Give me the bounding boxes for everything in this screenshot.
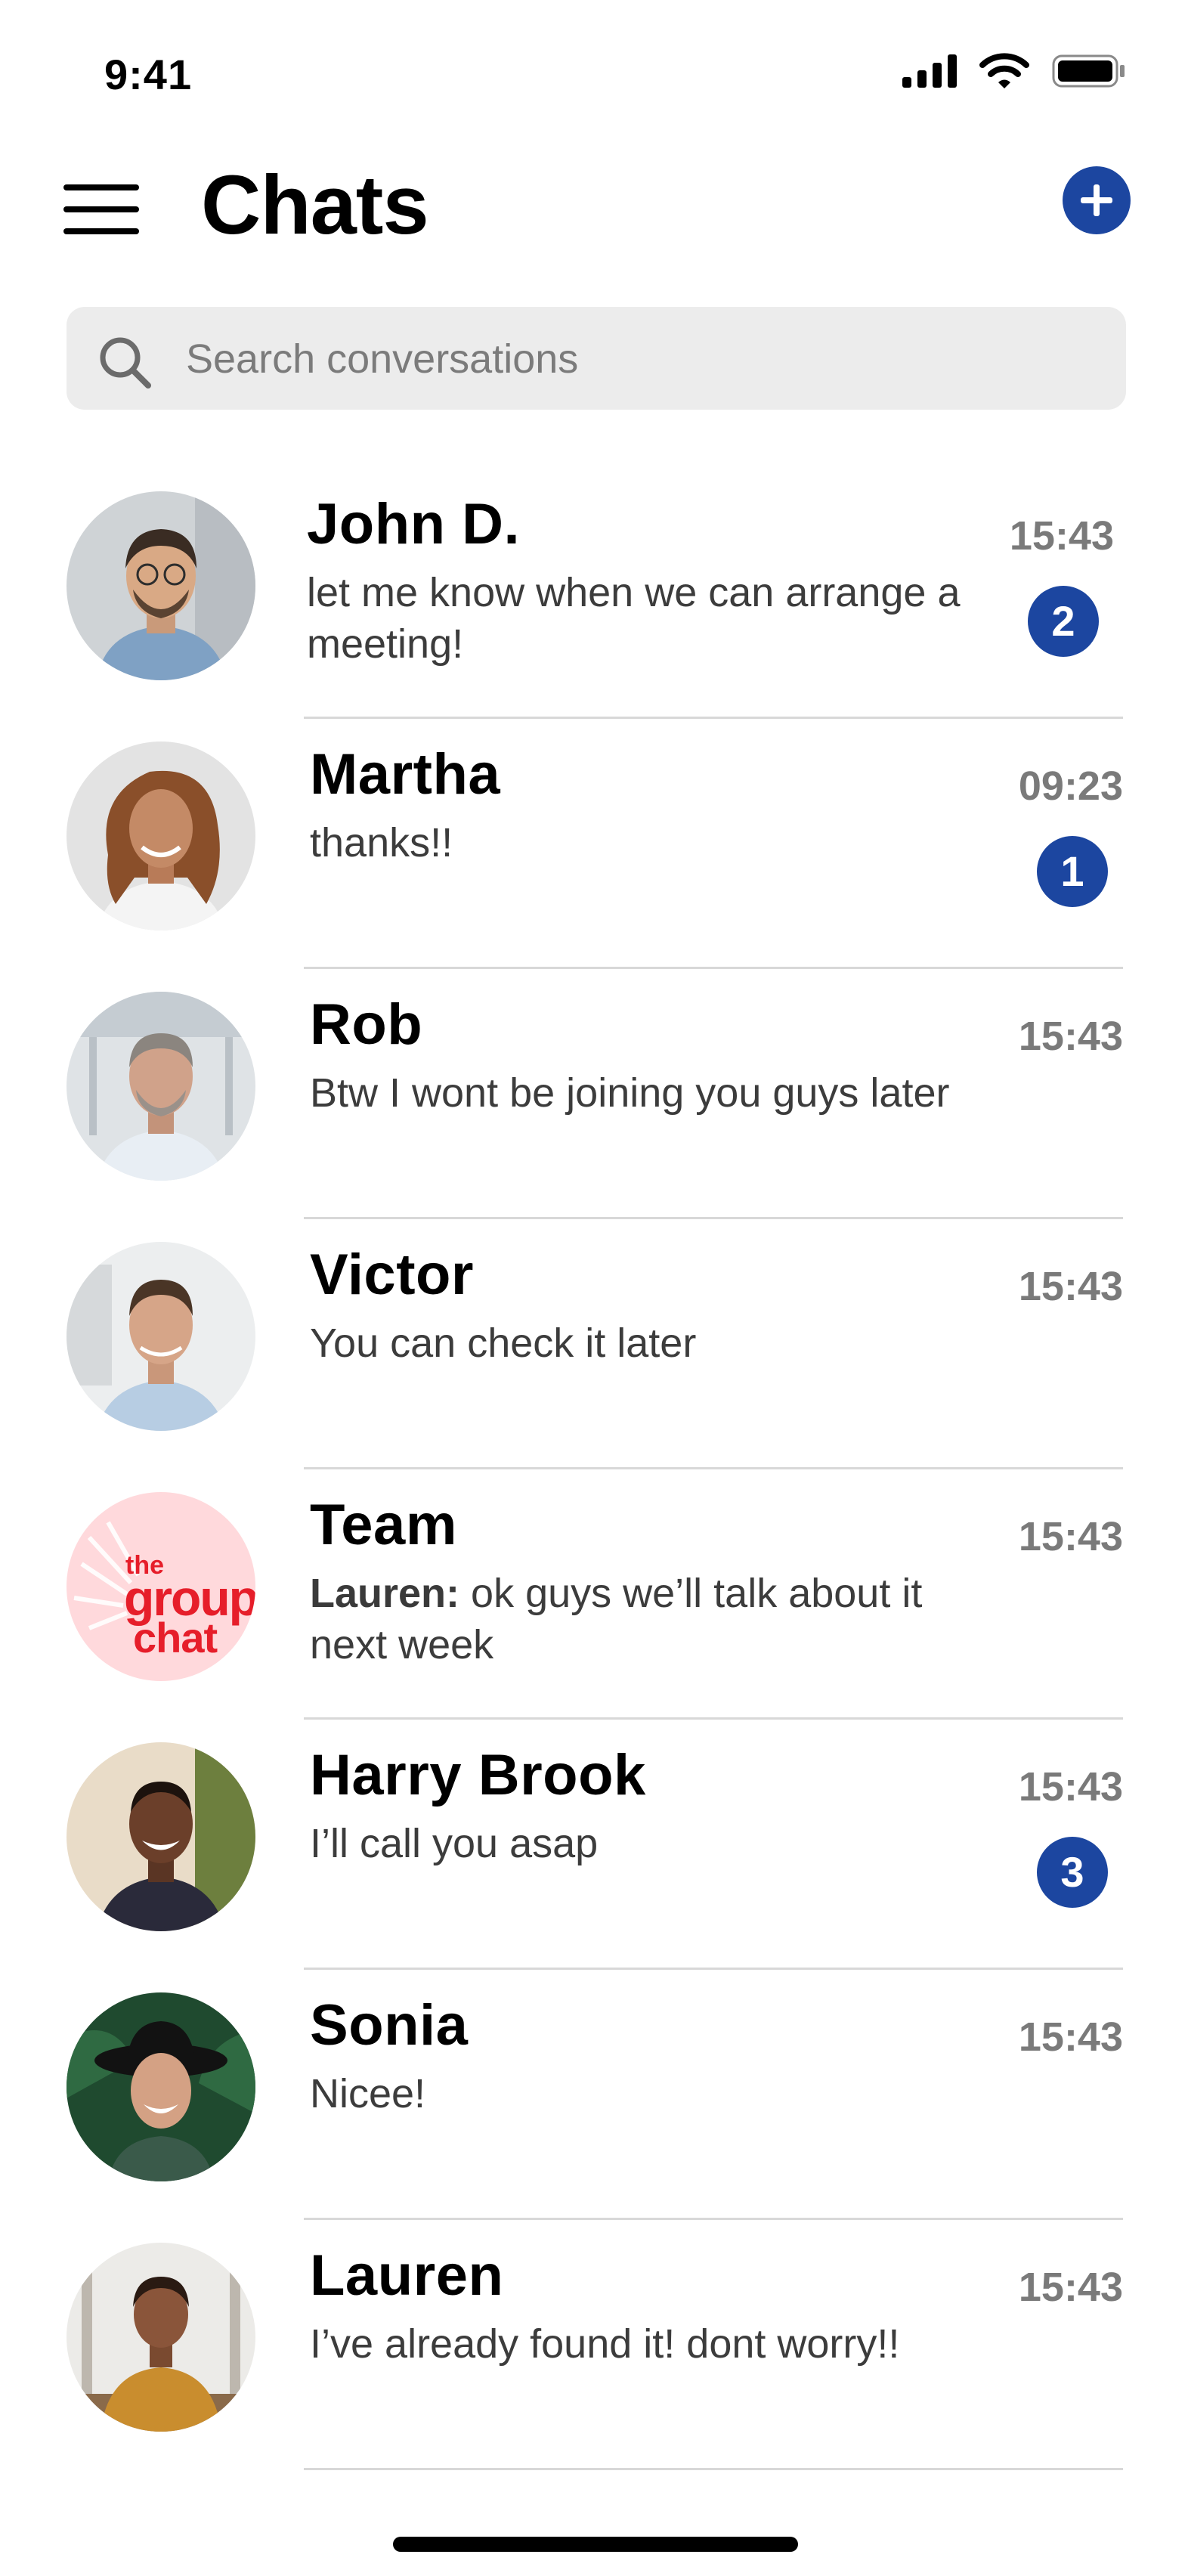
group-chat-logo: the group chat [67,1492,255,1681]
avatar [67,491,255,680]
chat-preview: I’ll call you asap [310,1821,599,1866]
chat-name: Martha [310,742,501,807]
chat-name: Harry Brook [310,1743,646,1807]
chat-preview: Nicee! [310,2071,426,2116]
avatar [67,742,255,930]
chat-row-sonia[interactable]: Sonia Nicee! 15:43 [0,1970,1188,2220]
status-bar: 9:41 [0,0,1188,136]
chat-time: 15:43 [1018,1764,1123,1810]
hamburger-icon-bottom [63,228,139,234]
chat-name: Team [310,1493,457,1557]
chat-preview: let me know when we can arrange a meetin… [307,570,961,667]
chat-name: Sonia [310,1993,469,2057]
search-bar[interactable] [67,307,1126,411]
chat-row-rob[interactable]: Rob Btw I wont be joining you guys later… [0,969,1188,1219]
chat-row-lauren[interactable]: Lauren I’ve already found it! dont worry… [0,2220,1188,2470]
chat-time: 15:43 [1018,1014,1123,1059]
cellular-signal-icon [902,54,957,88]
chat-name: Victor [310,1243,475,1307]
menu-button[interactable] [60,175,144,243]
chat-preview: Btw I wont be joining you guys later [310,1070,950,1116]
chat-name: Rob [310,992,423,1057]
header: Chats [0,136,1188,287]
unread-badge: 3 [1037,1837,1108,1908]
chat-time: 15:43 [1018,1514,1123,1559]
chat-row-martha[interactable]: Martha thanks!! 09:23 1 [0,719,1188,969]
new-chat-button[interactable] [1063,166,1131,234]
chat-time: 15:43 [1018,2014,1123,2060]
status-time: 9:41 [104,51,193,98]
page-title: Chats [201,159,429,252]
hamburger-icon-middle [63,206,139,212]
chat-preview: You can check it later [310,1321,697,1366]
group-logo-chat: chat [133,1614,218,1661]
chat-row-victor[interactable]: Victor You can check it later 15:43 [0,1219,1188,1469]
chat-row-harry[interactable]: Harry Brook I’ll call you asap 15:43 3 [0,1720,1188,1970]
search-icon [100,337,151,389]
unread-badge: 2 [1028,586,1099,657]
home-indicator[interactable] [393,2537,798,2552]
divider [304,2468,1123,2470]
chat-time: 15:43 [1018,1264,1123,1309]
chat-time: 15:43 [1018,2265,1123,2310]
chat-row-john[interactable]: John D. let me know when we can arrange … [0,469,1188,719]
avatar [67,992,255,1181]
chat-preview: I’ve already found it! dont worry!! [310,2321,900,2367]
battery-icon [1052,54,1125,88]
chat-time: 15:43 [1009,513,1114,559]
chat-preview: thanks!! [310,820,453,865]
chat-name: John D. [307,492,521,556]
avatar [67,1992,255,2181]
chat-row-team[interactable]: the group chat Team Lauren: ok guys we’l… [0,1469,1188,1720]
unread-badge: 1 [1037,836,1108,907]
chat-sender: Lauren: [310,1571,460,1616]
chat-name: Lauren [310,2243,504,2308]
avatar [67,1242,255,1431]
search-input[interactable] [184,307,1094,411]
hamburger-icon [63,184,139,190]
chat-preview: Lauren: ok guys we’ll talk about it next… [310,1568,967,1670]
wifi-icon [979,53,1029,88]
chat-time: 09:23 [1018,763,1123,809]
avatar [67,2243,255,2432]
status-icons [902,53,1126,89]
avatar [67,1742,255,1931]
